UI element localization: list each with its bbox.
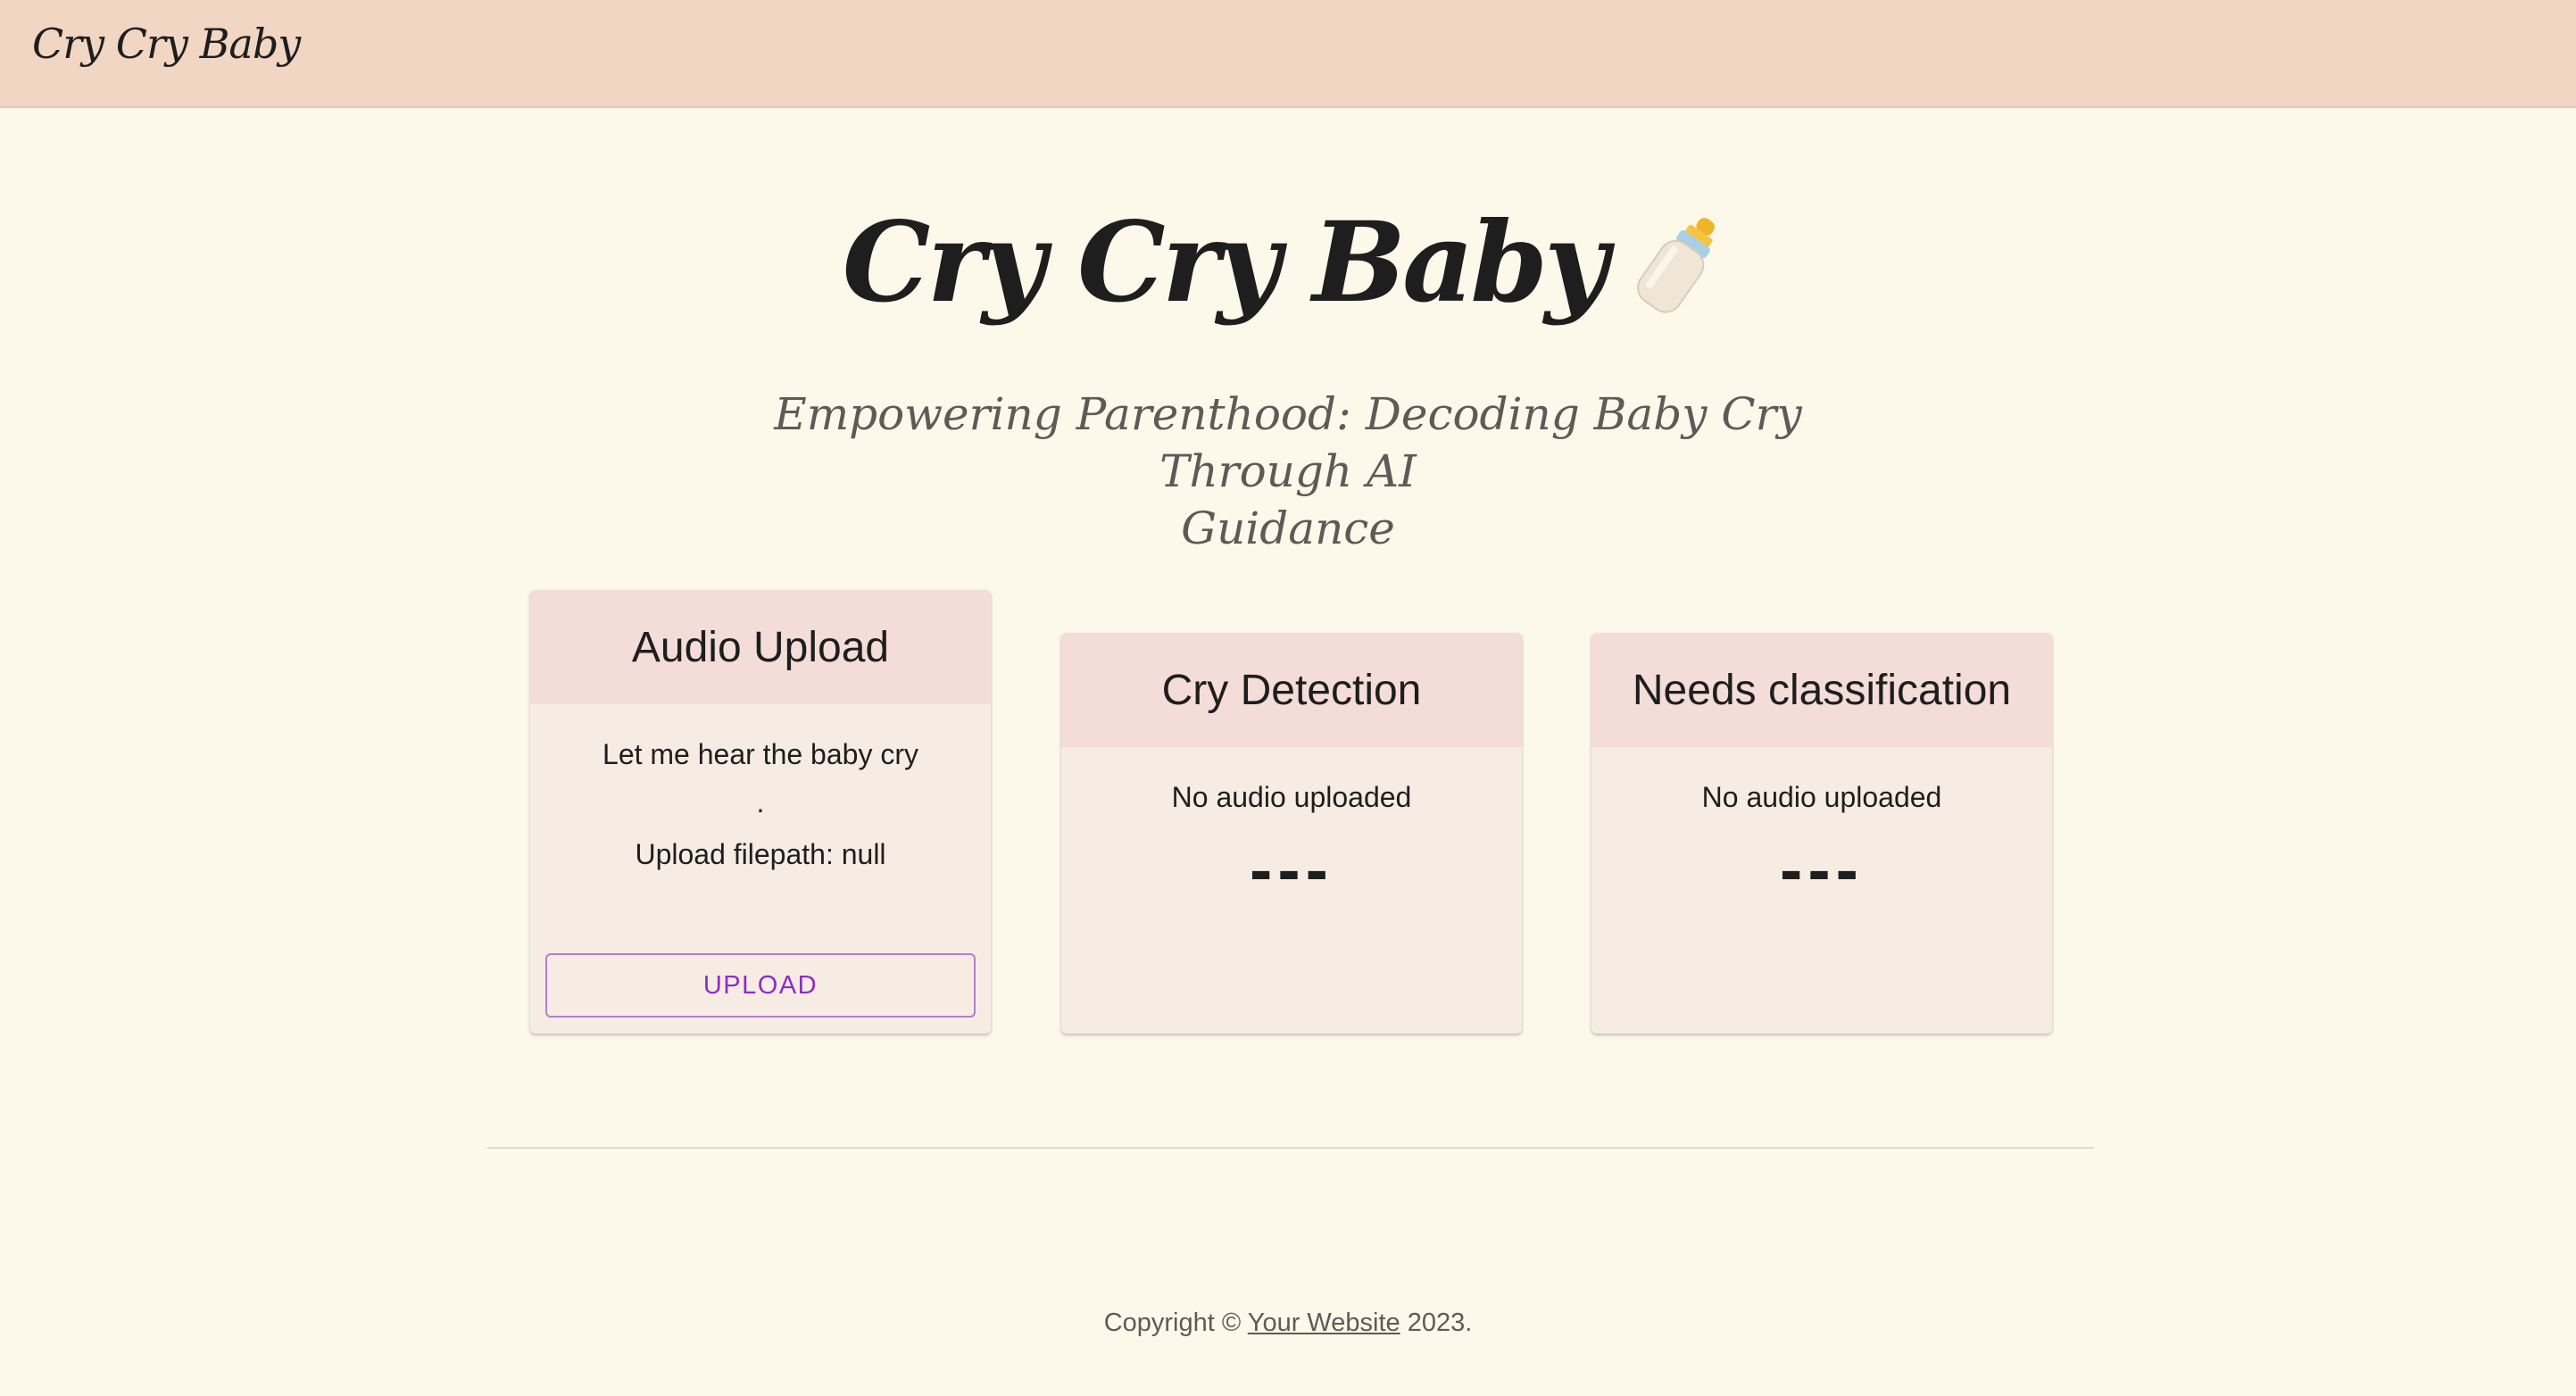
needs-classification-card-title: Needs classification — [1591, 633, 2052, 747]
footer-prefix: Copyright © — [1103, 1309, 1248, 1337]
upload-prompt: Let me hear the baby cry — [602, 738, 918, 770]
cry-detection-result: --- — [1250, 832, 1334, 908]
footer-copyright: Copyright © Your Website 2023. — [0, 1309, 2576, 1338]
footer-suffix: 2023. — [1400, 1309, 1473, 1337]
audio-upload-card-title: Audio Upload — [530, 590, 991, 704]
cry-detection-card: Cry Detection No audio uploaded --- — [1061, 633, 1522, 1034]
top-navbar: Cry Cry Baby — [0, 0, 2576, 108]
needs-classification-card: Needs classification No audio uploaded -… — [1591, 633, 2052, 1034]
upload-filepath: Upload filepath: null — [635, 838, 886, 870]
hero-title: Cry Cry Baby — [842, 198, 1608, 328]
needs-classification-result: --- — [1780, 832, 1864, 908]
hero-subtitle-line-1: Empowering Parenthood: Decoding Baby Cry… — [774, 388, 1802, 497]
needs-classification-status: No audio uploaded — [1701, 781, 1942, 813]
hero-subtitle-line-2: Guidance — [1181, 503, 1395, 554]
upload-dot: . — [756, 786, 765, 818]
hero-title-row: Cry Cry Baby — [0, 196, 2576, 330]
baby-bottle-icon — [1626, 205, 1733, 321]
footer-website-link[interactable]: Your Website — [1248, 1309, 1400, 1337]
hero-subtitle: Empowering Parenthood: Decoding Baby Cry… — [752, 386, 1824, 557]
upload-button[interactable]: UPLOAD — [545, 953, 976, 1018]
cry-detection-card-title: Cry Detection — [1061, 633, 1522, 747]
audio-upload-card: Audio Upload Let me hear the baby cry . … — [530, 590, 991, 1034]
cry-detection-status: No audio uploaded — [1171, 781, 1412, 813]
footer-divider — [487, 1147, 2094, 1149]
navbar-brand[interactable]: Cry Cry Baby — [32, 20, 301, 68]
